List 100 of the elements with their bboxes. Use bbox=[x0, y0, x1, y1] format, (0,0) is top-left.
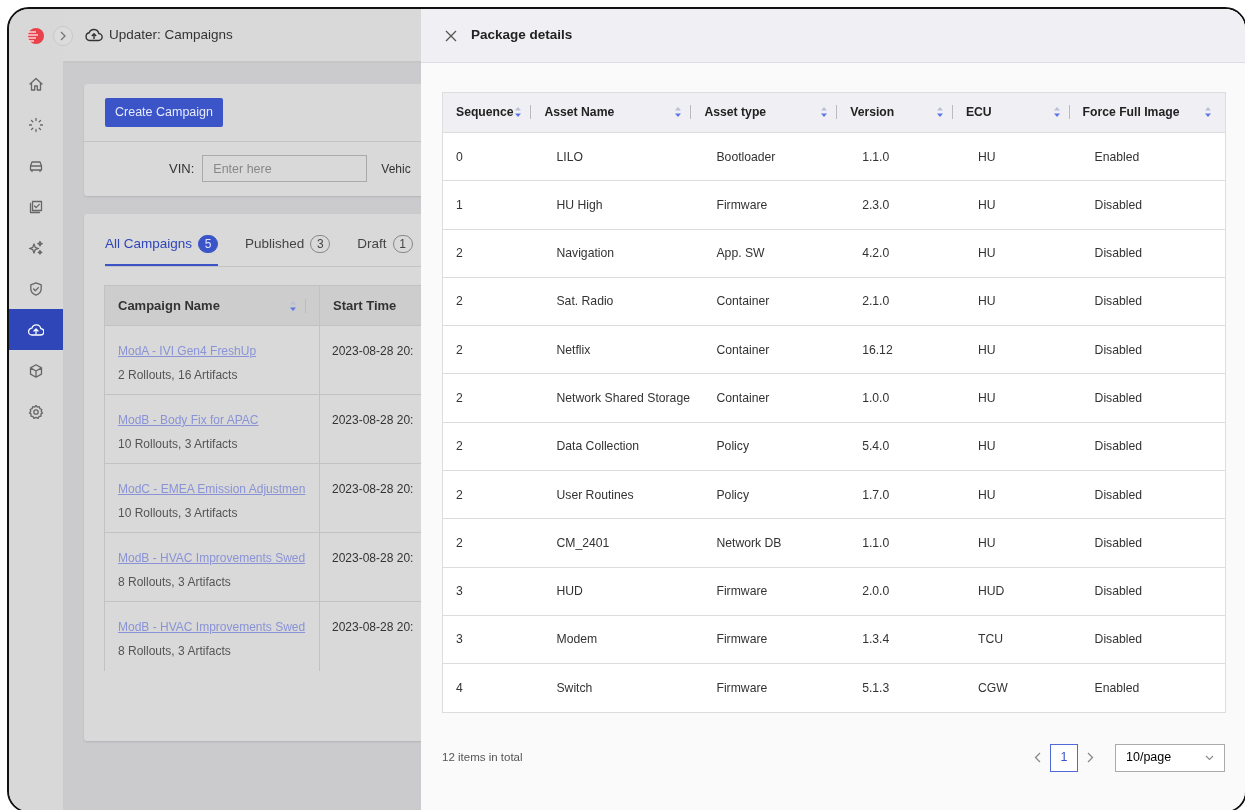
table-cell: Netflix bbox=[544, 325, 705, 374]
table-cell: Policy bbox=[704, 470, 851, 519]
sidebar-item[interactable] bbox=[9, 309, 63, 350]
column-header[interactable]: Force Full Image bbox=[1082, 92, 1226, 133]
table-cell: HU High bbox=[544, 180, 705, 230]
column-header[interactable]: Campaign Name bbox=[104, 285, 320, 326]
campaign-summary: 8 Rollouts, 3 Artifacts bbox=[118, 643, 232, 660]
table-cell: HU bbox=[965, 277, 1083, 326]
table-cell: 2.3.0 bbox=[850, 180, 966, 230]
column-header[interactable]: Sequence bbox=[442, 92, 545, 133]
chevron-down-icon bbox=[1205, 754, 1214, 761]
table-cell: 2 bbox=[442, 325, 545, 374]
table-cell: CM_2401 bbox=[544, 518, 705, 568]
table-cell: Policy bbox=[704, 422, 851, 471]
sort-icon bbox=[820, 106, 829, 119]
campaign-summary: 10 Rollouts, 3 Artifacts bbox=[118, 436, 239, 453]
chevron-right-icon bbox=[1087, 752, 1094, 764]
column-header[interactable]: Version bbox=[850, 92, 966, 133]
table-cell: Disabled bbox=[1082, 180, 1226, 230]
checklist-icon bbox=[28, 198, 44, 215]
table-cell: 1.3.4 bbox=[850, 615, 966, 664]
expand-button[interactable] bbox=[53, 26, 73, 46]
cloud-upload-icon bbox=[85, 28, 103, 42]
table-cell: Container bbox=[704, 374, 851, 423]
campaign-summary: 2 Rollouts, 16 Artifacts bbox=[118, 367, 239, 384]
table-cell: Navigation bbox=[544, 229, 705, 278]
close-button[interactable] bbox=[445, 29, 457, 42]
table-cell: Disabled bbox=[1082, 615, 1226, 664]
sparkles-icon bbox=[28, 239, 44, 256]
sort-icon bbox=[1052, 106, 1061, 119]
table-cell: Disabled bbox=[1082, 374, 1226, 423]
table-cell: 3 bbox=[442, 567, 545, 616]
table-cell: HU bbox=[965, 518, 1083, 568]
table-cell: Enabled bbox=[1082, 132, 1226, 181]
table-cell: 1.1.0 bbox=[850, 518, 966, 568]
table-cell: Firmware bbox=[704, 180, 851, 230]
column-header[interactable]: Start Time bbox=[319, 285, 421, 326]
tab[interactable]: Published 3 bbox=[245, 233, 331, 266]
table-cell: Firmware bbox=[704, 615, 851, 664]
table-cell: 1.1.0 bbox=[850, 132, 966, 181]
table-cell: HU bbox=[965, 229, 1083, 278]
table-cell: 2.1.0 bbox=[850, 277, 966, 326]
column-header[interactable]: Asset Name bbox=[544, 92, 705, 133]
table-cell: Firmware bbox=[704, 663, 851, 713]
table-cell: HU bbox=[965, 325, 1083, 374]
vin-label: VIN: bbox=[169, 160, 195, 178]
table-cell: HU bbox=[965, 470, 1083, 519]
sort-icon bbox=[1204, 106, 1212, 119]
table-cell: App. SW bbox=[704, 229, 851, 278]
create-campaign-button[interactable]: Create Campaign bbox=[105, 98, 223, 127]
table-cell: Disabled bbox=[1082, 325, 1226, 374]
table-cell: 2 bbox=[442, 374, 545, 423]
drawer-title: Package details bbox=[471, 26, 573, 45]
table-cell: 5.4.0 bbox=[850, 422, 966, 471]
table-cell: HU bbox=[965, 180, 1083, 230]
table-cell: User Routines bbox=[544, 470, 705, 519]
column-header[interactable]: Asset type bbox=[704, 92, 851, 133]
sort-icon bbox=[514, 106, 523, 119]
table-cell: Switch bbox=[544, 663, 705, 713]
table-cell: Container bbox=[704, 277, 851, 326]
logo-icon bbox=[27, 27, 45, 45]
tab[interactable]: Draft 1 bbox=[357, 233, 413, 266]
table-cell: Sat. Radio bbox=[544, 277, 705, 326]
table-cell: Disabled bbox=[1082, 567, 1226, 616]
home-icon bbox=[28, 75, 44, 92]
table-cell: Network Shared Storage bbox=[544, 374, 705, 423]
page-title: Updater: Campaigns bbox=[109, 25, 233, 44]
table-cell: Container bbox=[704, 325, 851, 374]
page-size-select[interactable]: 10/page bbox=[1115, 743, 1225, 772]
table-cell: 2 bbox=[442, 470, 545, 519]
chevron-right-icon bbox=[59, 31, 67, 41]
burst-icon bbox=[28, 116, 44, 133]
vin-field[interactable]: Enter here bbox=[202, 155, 368, 183]
table-cell: 2 bbox=[442, 277, 545, 326]
vehicle-label: Vehic bbox=[381, 160, 411, 178]
total-count: 12 items in total bbox=[442, 749, 523, 765]
campaign-summary: 8 Rollouts, 3 Artifacts bbox=[118, 574, 232, 591]
table-cell: 1.7.0 bbox=[850, 470, 966, 519]
table-cell: CGW bbox=[965, 663, 1083, 713]
table-cell: 2 bbox=[442, 229, 545, 278]
table-cell: 1 bbox=[442, 180, 545, 230]
table-cell: Data Collection bbox=[544, 422, 705, 471]
table-cell: 1.0.0 bbox=[850, 374, 966, 423]
table-cell: 16.12 bbox=[850, 325, 966, 374]
table-cell: HUD bbox=[544, 567, 705, 616]
table-cell: HU bbox=[965, 374, 1083, 423]
chevron-left-icon bbox=[1034, 752, 1041, 764]
campaign-summary: 10 Rollouts, 3 Artifacts bbox=[118, 505, 239, 522]
table-cell: Modem bbox=[544, 615, 705, 664]
sort-icon bbox=[289, 299, 297, 312]
table-cell: 2.0.0 bbox=[850, 567, 966, 616]
tab[interactable]: All Campaigns 5 bbox=[105, 233, 219, 266]
table-cell: Enabled bbox=[1082, 663, 1226, 713]
table-cell: Network DB bbox=[704, 518, 851, 568]
sort-icon bbox=[935, 106, 944, 119]
table-cell: HU bbox=[965, 422, 1083, 471]
column-header[interactable]: ECU bbox=[965, 92, 1083, 133]
page-button[interactable]: 1 bbox=[1050, 743, 1078, 772]
shield-check-icon bbox=[28, 280, 44, 297]
table-cell: Bootloader bbox=[704, 132, 851, 181]
